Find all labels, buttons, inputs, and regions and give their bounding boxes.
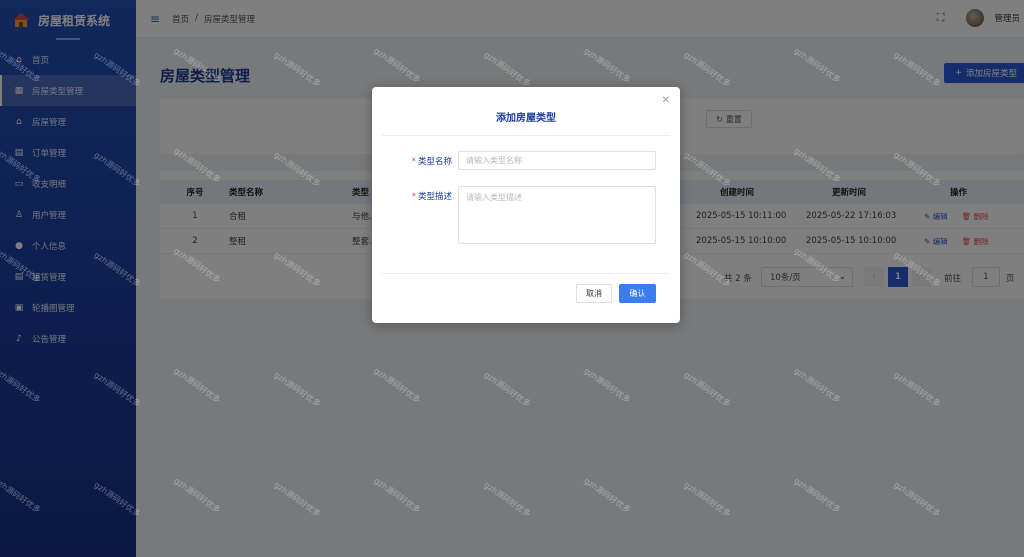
dialog-footer-divider [382, 273, 670, 274]
required-mark: * [411, 192, 416, 202]
required-mark: * [411, 157, 416, 167]
type-name-input[interactable] [458, 151, 656, 170]
type-desc-textarea[interactable] [458, 186, 656, 244]
dialog-title: 添加房屋类型 [496, 113, 556, 124]
close-icon[interactable]: ✕ [662, 95, 670, 106]
type-desc-label-text: 类型描述 [417, 192, 452, 202]
dialog-divider [382, 135, 670, 136]
cancel-button[interactable]: 取消 [576, 284, 612, 303]
type-name-label: * 类型名称 [410, 155, 452, 167]
add-house-type-dialog: 添加房屋类型 ✕ *类型名称 *类型描述 取消 确认 [372, 87, 680, 323]
type-name-label-text: 类型名称 [417, 157, 452, 167]
confirm-button[interactable]: 确认 [619, 284, 656, 303]
type-desc-label: * 类型描述 [410, 190, 452, 202]
